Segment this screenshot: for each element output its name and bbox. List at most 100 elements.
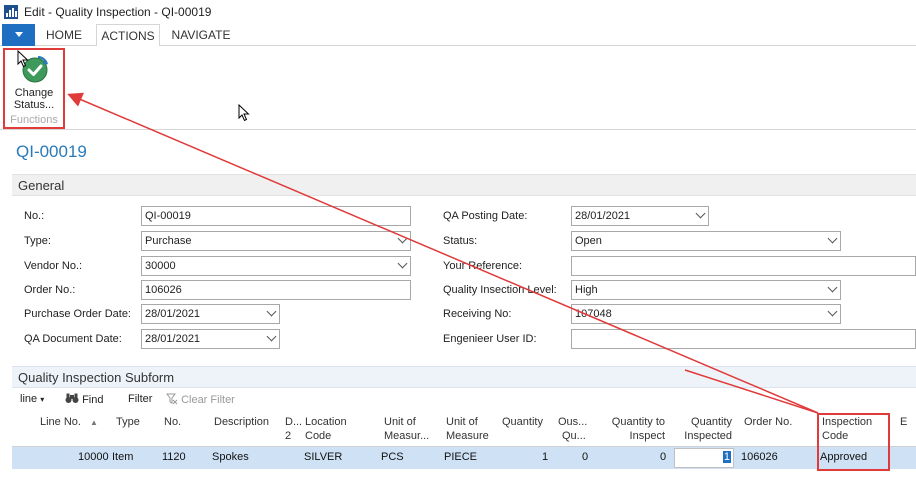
engineer-user-id-field[interactable] <box>571 329 916 349</box>
purchase-order-date-value: 28/01/2021 <box>145 308 201 320</box>
col-line-no-label: Line No. <box>40 416 81 428</box>
ribbon-group-functions: Change Status... Functions <box>3 48 65 129</box>
chevron-down-icon <box>827 233 838 244</box>
col-location-code[interactable]: Location Code <box>305 415 347 443</box>
quality-inspection-level-value: High <box>575 284 598 296</box>
filter-button[interactable]: Filter <box>128 393 152 405</box>
col-outstanding-line2: Qu... <box>562 430 586 442</box>
chevron-down-icon <box>695 208 706 219</box>
title-bar: Edit - Quality Inspection - QI-00019 <box>0 0 916 24</box>
order-no-field[interactable]: 106026 <box>141 280 411 300</box>
window-title: Edit - Quality Inspection - QI-00019 <box>24 5 212 19</box>
chevron-down-icon: ▾ <box>40 395 45 404</box>
col-uom1-line1: Unit of <box>384 416 416 428</box>
col-d2[interactable]: D... 2 <box>285 415 302 443</box>
col-description[interactable]: Description <box>214 415 269 429</box>
chevron-down-icon <box>827 282 838 293</box>
chevron-down-icon <box>397 233 408 244</box>
subform-section-header[interactable]: Quality Inspection Subform <box>12 366 916 388</box>
cell-order-no[interactable]: 106026 <box>741 451 778 463</box>
chevron-down-icon <box>266 331 277 342</box>
chevron-down-icon <box>266 306 277 317</box>
chevron-down-icon <box>15 32 23 37</box>
clear-filter-button[interactable]: Clear Filter <box>166 393 235 406</box>
table-row[interactable]: 10000 Item 1120 Spokes SILVER PCS PIECE … <box>12 447 916 469</box>
col-order-no[interactable]: Order No. <box>744 415 792 429</box>
cell-quantity[interactable]: 1 <box>542 451 548 463</box>
col-uom2-line2: Measure <box>446 430 489 442</box>
cell-location-code[interactable]: SILVER <box>304 451 342 463</box>
your-reference-field[interactable] <box>571 256 916 276</box>
tab-home[interactable]: HOME <box>40 24 88 46</box>
qa-posting-date-value: 28/01/2021 <box>575 210 631 222</box>
application-menu-button[interactable] <box>2 24 35 46</box>
col-qty-to-inspect-line1: Quantity to <box>611 416 665 428</box>
status-select[interactable]: Open <box>571 231 841 251</box>
col-outstanding-qty[interactable]: Ous... Qu... <box>558 415 587 443</box>
purchase-order-date-field[interactable]: 28/01/2021 <box>141 304 280 324</box>
line-menu-button[interactable]: line ▾ <box>20 393 44 405</box>
page-title: QI-00019 <box>16 142 87 161</box>
col-no[interactable]: No. <box>164 415 181 429</box>
find-label: Find <box>82 394 104 406</box>
tab-actions[interactable]: ACTIONS <box>96 24 160 47</box>
change-status-label-line1: Change <box>14 87 54 99</box>
cell-no[interactable]: 1120 <box>162 451 186 463</box>
vendor-no-select[interactable]: 30000 <box>141 256 411 276</box>
type-select[interactable]: Purchase <box>141 231 411 251</box>
order-no-value: 106026 <box>145 284 182 296</box>
no-label: No.: <box>24 210 45 222</box>
qa-document-date-field[interactable]: 28/01/2021 <box>141 329 280 349</box>
group-label-functions: Functions <box>10 114 58 126</box>
cell-description[interactable]: Spokes <box>212 451 249 463</box>
col-extra[interactable]: E <box>900 415 907 429</box>
qa-posting-date-label: QA Posting Date: <box>443 210 528 222</box>
change-status-button[interactable]: Change Status... <box>7 52 61 112</box>
cell-outstanding-qty[interactable]: 0 <box>582 451 588 463</box>
col-unit-of-measure[interactable]: Unit of Measure <box>446 415 489 443</box>
receiving-no-value: 107048 <box>575 308 612 320</box>
status-label: Status: <box>443 235 478 247</box>
mouse-cursor-icon <box>17 50 29 68</box>
cell-line-no[interactable]: 10000 <box>78 451 109 463</box>
col-qty-inspected[interactable]: Quantity Inspected <box>680 415 732 443</box>
receiving-no-select[interactable]: 107048 <box>571 304 841 324</box>
cell-qty-inspected: 1 <box>722 451 731 463</box>
no-field[interactable]: QI-00019 <box>141 206 411 226</box>
change-status-label: Change Status... <box>7 87 61 111</box>
col-d2-line1: D... <box>285 416 303 428</box>
subform-toolbar: line ▾ Find Filter Clear Filter <box>12 390 916 410</box>
annotation-highlight-box <box>817 413 890 471</box>
col-d2-line2: 2 <box>285 430 292 442</box>
clear-filter-icon <box>166 393 178 405</box>
tab-navigate[interactable]: NAVIGATE <box>168 24 234 46</box>
cell-qty-to-inspect[interactable]: 0 <box>660 451 666 463</box>
purchase-order-date-label: Purchase Order Date: <box>24 308 131 320</box>
sort-ascending-icon: ▲ <box>90 418 98 427</box>
binoculars-icon <box>65 393 79 403</box>
qty-inspected-input[interactable]: 1 <box>674 448 734 468</box>
quality-inspection-level-label: Quality Insection Level: <box>443 284 557 296</box>
col-outstanding-line1: Ous... <box>558 416 588 428</box>
subform-section-title: Quality Inspection Subform <box>18 370 175 385</box>
col-line-no[interactable]: Line No. ▲ <box>40 415 98 430</box>
qa-posting-date-field[interactable]: 28/01/2021 <box>571 206 709 226</box>
line-menu-label: line <box>20 393 38 405</box>
col-unit-of-measure-code[interactable]: Unit of Measur... <box>384 415 429 443</box>
qa-document-date-label: QA Document Date: <box>24 333 122 345</box>
col-qty-inspected-line1: Quantity <box>691 416 732 428</box>
ribbon-body: Change Status... Functions <box>0 46 916 130</box>
quality-inspection-level-select[interactable]: High <box>571 280 841 300</box>
ribbon-tabs: HOME ACTIONS NAVIGATE <box>0 24 916 47</box>
cell-type[interactable]: Item <box>112 451 133 463</box>
col-qty-to-inspect[interactable]: Quantity to Inspect <box>607 415 665 443</box>
app-icon <box>4 5 18 19</box>
your-reference-label: Your Reference: <box>443 260 523 272</box>
cell-unit-of-measure-code[interactable]: PCS <box>381 451 404 463</box>
receiving-no-label: Receiving No: <box>443 308 512 320</box>
general-section-header[interactable]: General <box>12 174 916 196</box>
cell-unit-of-measure[interactable]: PIECE <box>444 451 477 463</box>
find-button[interactable]: Find <box>65 393 103 406</box>
col-quantity[interactable]: Quantity <box>502 415 543 429</box>
col-type[interactable]: Type <box>116 415 140 429</box>
